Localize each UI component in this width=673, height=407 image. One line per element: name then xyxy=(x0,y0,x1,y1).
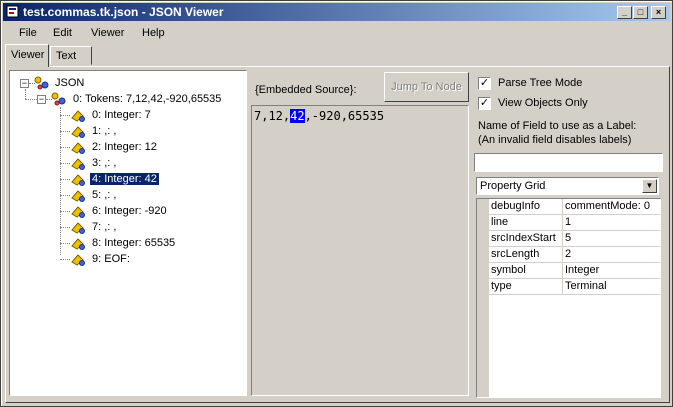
token-icon xyxy=(71,142,85,154)
collapse-tokens-toggle[interactable]: − xyxy=(37,95,46,104)
tree-node-token[interactable]: 7: ,: , xyxy=(90,219,118,235)
property-name: line xyxy=(491,216,509,228)
parse-tree-mode-label: Parse Tree Mode xyxy=(498,77,583,89)
view-objects-only-label: View Objects Only xyxy=(498,97,588,109)
menu-edit[interactable]: Edit xyxy=(53,27,72,39)
tree-node-token[interactable]: 1: ,: , xyxy=(90,123,118,139)
token-icon xyxy=(71,206,85,218)
menu-bar: File Edit Viewer Help xyxy=(3,23,670,43)
json-object-icon xyxy=(34,76,49,90)
token-icon xyxy=(71,254,85,266)
tree-node-tokens[interactable]: 0: Tokens: 7,12,42,-920,65535 xyxy=(71,91,223,107)
tree-node-token[interactable]: 2: Integer: 12 xyxy=(90,139,159,155)
tree-node-root[interactable]: JSON xyxy=(53,75,86,91)
tree-node-token[interactable]: 8: Integer: 65535 xyxy=(90,235,177,251)
property-name: symbol xyxy=(491,264,526,276)
close-button[interactable]: × xyxy=(651,6,666,19)
property-value[interactable]: Terminal xyxy=(565,280,607,292)
token-icon xyxy=(71,238,85,250)
source-text-before: 7,12, xyxy=(254,109,291,123)
embedded-source-label: {Embedded Source}: xyxy=(255,84,357,96)
property-value[interactable]: 2 xyxy=(565,248,571,260)
label-field-input[interactable] xyxy=(474,153,663,172)
token-icon xyxy=(71,190,85,202)
app-icon xyxy=(6,5,19,18)
token-icon xyxy=(71,110,85,122)
property-name: debugInfo xyxy=(491,200,540,212)
tab-text[interactable]: Text xyxy=(50,46,92,65)
property-row[interactable]: type Terminal xyxy=(477,279,660,295)
token-icon xyxy=(71,126,85,138)
tree-node-token[interactable]: 9: EOF: xyxy=(90,251,132,267)
token-icon xyxy=(71,174,85,186)
label-field-caption: Name of Field to use as a Label: xyxy=(478,120,637,132)
source-text-after: ,-920,65535 xyxy=(304,109,385,123)
property-row[interactable]: srcLength 2 xyxy=(477,247,660,263)
maximize-button[interactable]: □ xyxy=(633,6,648,19)
tree-node-token[interactable]: 6: Integer: -920 xyxy=(90,203,169,219)
property-value[interactable]: commentMode: 0 xyxy=(565,200,650,212)
label-field-hint: (An invalid field disables labels) xyxy=(478,134,632,146)
token-icon xyxy=(71,158,85,170)
token-icon xyxy=(71,222,85,234)
property-grid[interactable]: debugInfo commentMode: 0 line 1 srcIndexStar… xyxy=(476,198,661,398)
tree-node-token[interactable]: 0: Integer: 7 xyxy=(90,107,153,123)
menu-viewer[interactable]: Viewer xyxy=(91,27,124,39)
property-name: srcIndexStart xyxy=(491,232,556,244)
view-objects-only-checkbox[interactable]: ✓ xyxy=(478,97,491,110)
collapse-root-toggle[interactable]: − xyxy=(20,79,29,88)
parse-tree-view[interactable]: − JSON − 0: Tokens: 7,12,42,-920,65535 0… xyxy=(9,70,247,396)
app-window: test.commas.tk.json - JSON Viewer _ □ × … xyxy=(0,0,673,407)
jump-to-node-button[interactable]: Jump To Node xyxy=(384,72,469,102)
source-text-area[interactable]: 7,12,42,-920,65535 xyxy=(251,105,469,396)
window-title: test.commas.tk.json - JSON Viewer xyxy=(23,5,224,19)
property-row[interactable]: line 1 xyxy=(477,215,660,231)
source-text-highlight: 42 xyxy=(290,109,305,123)
title-bar[interactable]: test.commas.tk.json - JSON Viewer _ □ × xyxy=(3,3,670,21)
chevron-down-icon[interactable]: ▼ xyxy=(642,179,657,193)
tree-node-token[interactable]: 4: Integer: 42 xyxy=(90,171,159,187)
property-name: type xyxy=(491,280,512,292)
property-row[interactable]: debugInfo commentMode: 0 xyxy=(477,199,660,215)
view-mode-value: Property Grid xyxy=(480,180,546,192)
property-value[interactable]: 5 xyxy=(565,232,571,244)
property-name: srcLength xyxy=(491,248,540,260)
property-value[interactable]: 1 xyxy=(565,216,571,228)
parse-tree-mode-checkbox[interactable]: ✓ xyxy=(478,77,491,90)
tokens-list-icon xyxy=(51,92,66,106)
tab-viewer[interactable]: Viewer xyxy=(5,44,49,67)
tree-node-token[interactable]: 3: ,: , xyxy=(90,155,118,171)
view-mode-select[interactable]: Property Grid ▼ xyxy=(476,177,659,195)
source-panel: {Embedded Source}: Jump To Node 7,12,42,… xyxy=(251,70,469,396)
property-row[interactable]: symbol Integer xyxy=(477,263,660,279)
minimize-button[interactable]: _ xyxy=(617,6,632,19)
menu-help[interactable]: Help xyxy=(142,27,165,39)
tree-node-token[interactable]: 5: ,: , xyxy=(90,187,118,203)
property-row[interactable]: srcIndexStart 5 xyxy=(477,231,660,247)
property-value[interactable]: Integer xyxy=(565,264,599,276)
menu-file[interactable]: File xyxy=(19,27,37,39)
options-panel: ✓ Parse Tree Mode ✓ View Objects Only Na… xyxy=(473,70,666,400)
